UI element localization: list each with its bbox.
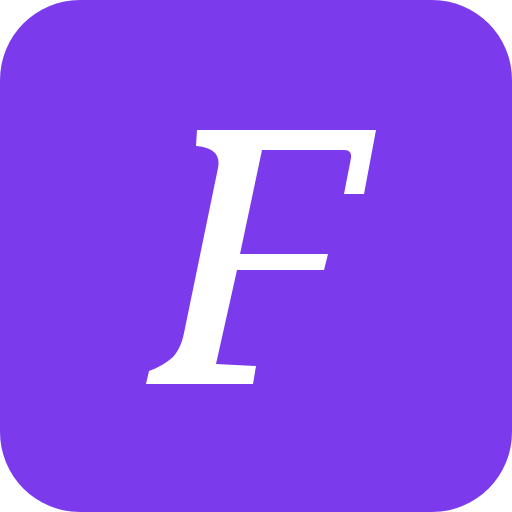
app-icon-tile [0,0,512,512]
letter-f-glyph [146,130,376,384]
letter-f-logo-icon [146,130,376,384]
